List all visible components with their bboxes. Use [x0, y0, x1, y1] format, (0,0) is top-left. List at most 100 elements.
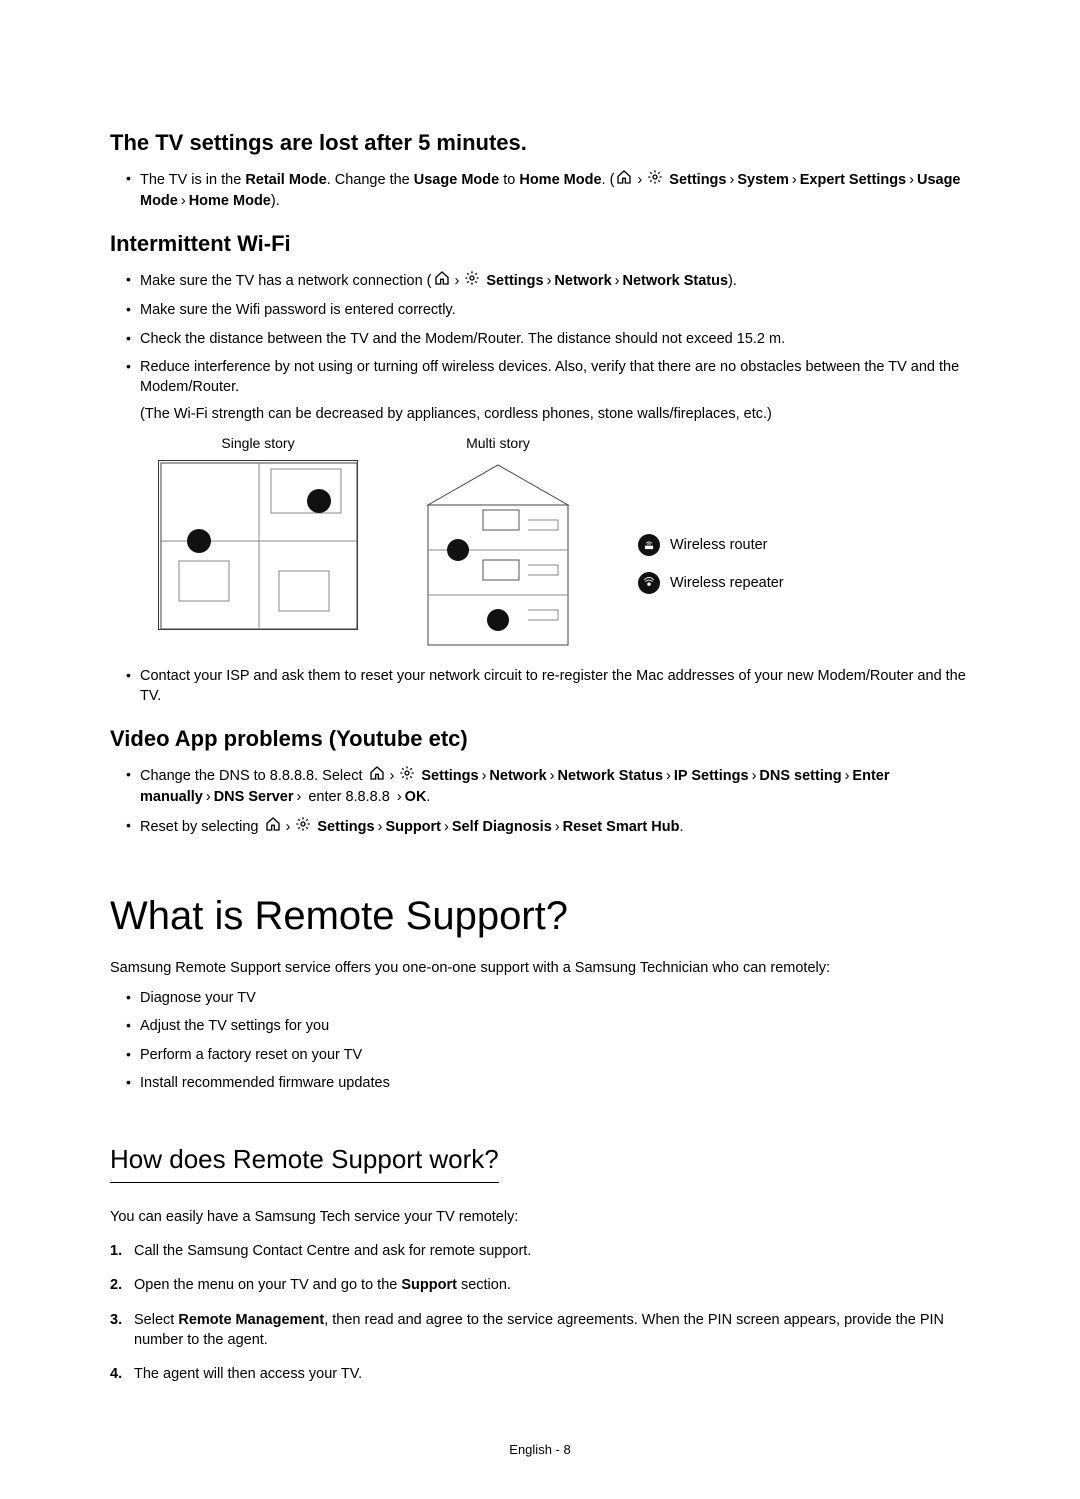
separator-icon: › [637, 172, 642, 188]
heading-intermittent-wifi: Intermittent Wi-Fi [110, 229, 970, 260]
list-item: Make sure the Wifi password is entered c… [126, 300, 970, 320]
heading-tv-settings-lost: The TV settings are lost after 5 minutes… [110, 128, 970, 159]
legend-item-router: Wireless router [638, 534, 784, 556]
nav-step: Network Status [622, 273, 728, 289]
home-icon [434, 270, 450, 292]
text: ). [271, 193, 280, 209]
separator-icon: › [555, 819, 560, 835]
list-item: Check the distance between the TV and th… [126, 329, 970, 349]
nav-step: Self Diagnosis [452, 819, 552, 835]
nav-step: Expert Settings [800, 172, 906, 188]
step-text: Select [134, 1312, 178, 1328]
list-wifi: Make sure the TV has a network connectio… [110, 270, 970, 706]
step-item: 4.The agent will then access your TV. [110, 1364, 970, 1384]
list-video-app: Change the DNS to 8.8.8.8. Select › Sett… [110, 765, 970, 838]
separator-icon: › [444, 819, 449, 835]
list-item: Adjust the TV settings for you [126, 1016, 970, 1036]
legend-item-repeater: Wireless repeater [638, 572, 784, 594]
separator-icon: › [752, 768, 757, 784]
nav-step: DNS setting [759, 768, 841, 784]
separator-icon: › [297, 789, 302, 805]
nav-step: Network [489, 768, 546, 784]
diagram-caption: Single story [221, 434, 294, 454]
text: to [499, 172, 519, 188]
gear-icon [647, 169, 663, 191]
step-number: 2. [110, 1275, 122, 1295]
list-item: Make sure the TV has a network connectio… [126, 270, 970, 292]
intro-remote-support: Samsung Remote Support service offers yo… [110, 958, 970, 978]
separator-icon: › [909, 172, 914, 188]
list-item: Install recommended firmware updates [126, 1073, 970, 1093]
list-item: Perform a factory reset on your TV [126, 1045, 970, 1065]
router-icon [638, 534, 660, 556]
gear-icon [464, 270, 480, 292]
separator-icon: › [845, 768, 850, 784]
nav-step: System [737, 172, 789, 188]
heading-how-remote-support: How does Remote Support work? [110, 1141, 499, 1182]
separator-icon: › [206, 789, 211, 805]
nav-step: IP Settings [674, 768, 749, 784]
diagram-legend: Wireless router Wireless repeater [638, 534, 784, 594]
text: ). [728, 273, 737, 289]
step-text: Call the Samsung Contact Centre and ask … [134, 1243, 531, 1259]
nav-step: Network [554, 273, 611, 289]
list-item: The TV is in the Retail Mode. Change the… [126, 169, 970, 212]
separator-icon: › [390, 768, 395, 784]
nav-step: Support [385, 819, 441, 835]
floorplan-single-image [158, 460, 358, 630]
separator-icon: › [286, 819, 291, 835]
list-item: Reset by selecting › Settings›Support›Se… [126, 816, 970, 838]
step-number: 3. [110, 1310, 122, 1330]
step-item: 3.Select Remote Management, then read an… [110, 1310, 970, 1351]
list-item: Contact your ISP and ask them to reset y… [126, 666, 970, 707]
text-bold: Home Mode [519, 172, 601, 188]
step-text-bold: Remote Management [178, 1312, 324, 1328]
separator-icon: › [666, 768, 671, 784]
nav-step: Reset Smart Hub [563, 819, 680, 835]
step-text: The agent will then access your TV. [134, 1366, 362, 1382]
separator-icon: › [378, 819, 383, 835]
gear-icon [295, 816, 311, 838]
text: The TV is in the [140, 172, 245, 188]
heading-remote-support: What is Remote Support? [110, 888, 970, 944]
step-item: 2. Open the menu on your TV and go to the… [110, 1275, 970, 1295]
separator-icon: › [547, 273, 552, 289]
separator-icon: › [455, 273, 460, 289]
steps-remote-support: 1. Call the Samsung Contact Centre and as… [110, 1241, 970, 1384]
nav-step: DNS Server [214, 789, 294, 805]
separator-icon: › [792, 172, 797, 188]
list-item: Change the DNS to 8.8.8.8. Select › Sett… [126, 765, 970, 808]
text: . Change the [327, 172, 414, 188]
nav-step: Network Status [557, 768, 663, 784]
list-item: Reduce interference by not using or turn… [126, 357, 970, 649]
nav-step: OK [405, 789, 427, 805]
home-icon [265, 816, 281, 838]
text: . [679, 819, 683, 835]
separator-icon: › [397, 789, 402, 805]
step-text-bold: Support [401, 1277, 457, 1293]
nav-step: Settings [486, 273, 543, 289]
diagram-multi-story: Multi story [398, 434, 598, 650]
step-item: 1. Call the Samsung Contact Centre and as… [110, 1241, 970, 1261]
repeater-icon [638, 572, 660, 594]
intro-how-remote-support: You can easily have a Samsung Tech servi… [110, 1207, 970, 1227]
home-icon [369, 765, 385, 787]
text: . [426, 789, 430, 805]
separator-icon: › [729, 172, 734, 188]
text-note: (The Wi-Fi strength can be decreased by … [140, 404, 970, 424]
nav-step: Settings [421, 768, 478, 784]
legend-label: Wireless repeater [670, 573, 784, 593]
floorplan-multi-image [398, 460, 598, 650]
text: Change the DNS to 8.8.8.8. Select [140, 768, 367, 784]
diagram-single-story: Single story [158, 434, 358, 630]
step-text: Open the menu on your TV and go to the [134, 1277, 401, 1293]
separator-icon: › [550, 768, 555, 784]
separator-icon: › [181, 193, 186, 209]
list-remote-support: Diagnose your TV Adjust the TV settings … [110, 988, 970, 1093]
step-number: 1. [110, 1241, 122, 1261]
step-text: section. [457, 1277, 511, 1293]
nav-step: Home Mode [189, 193, 271, 209]
diagram-caption: Multi story [466, 434, 530, 454]
list-tv-settings: The TV is in the Retail Mode. Change the… [110, 169, 970, 212]
text: Reduce interference by not using or turn… [140, 359, 959, 395]
